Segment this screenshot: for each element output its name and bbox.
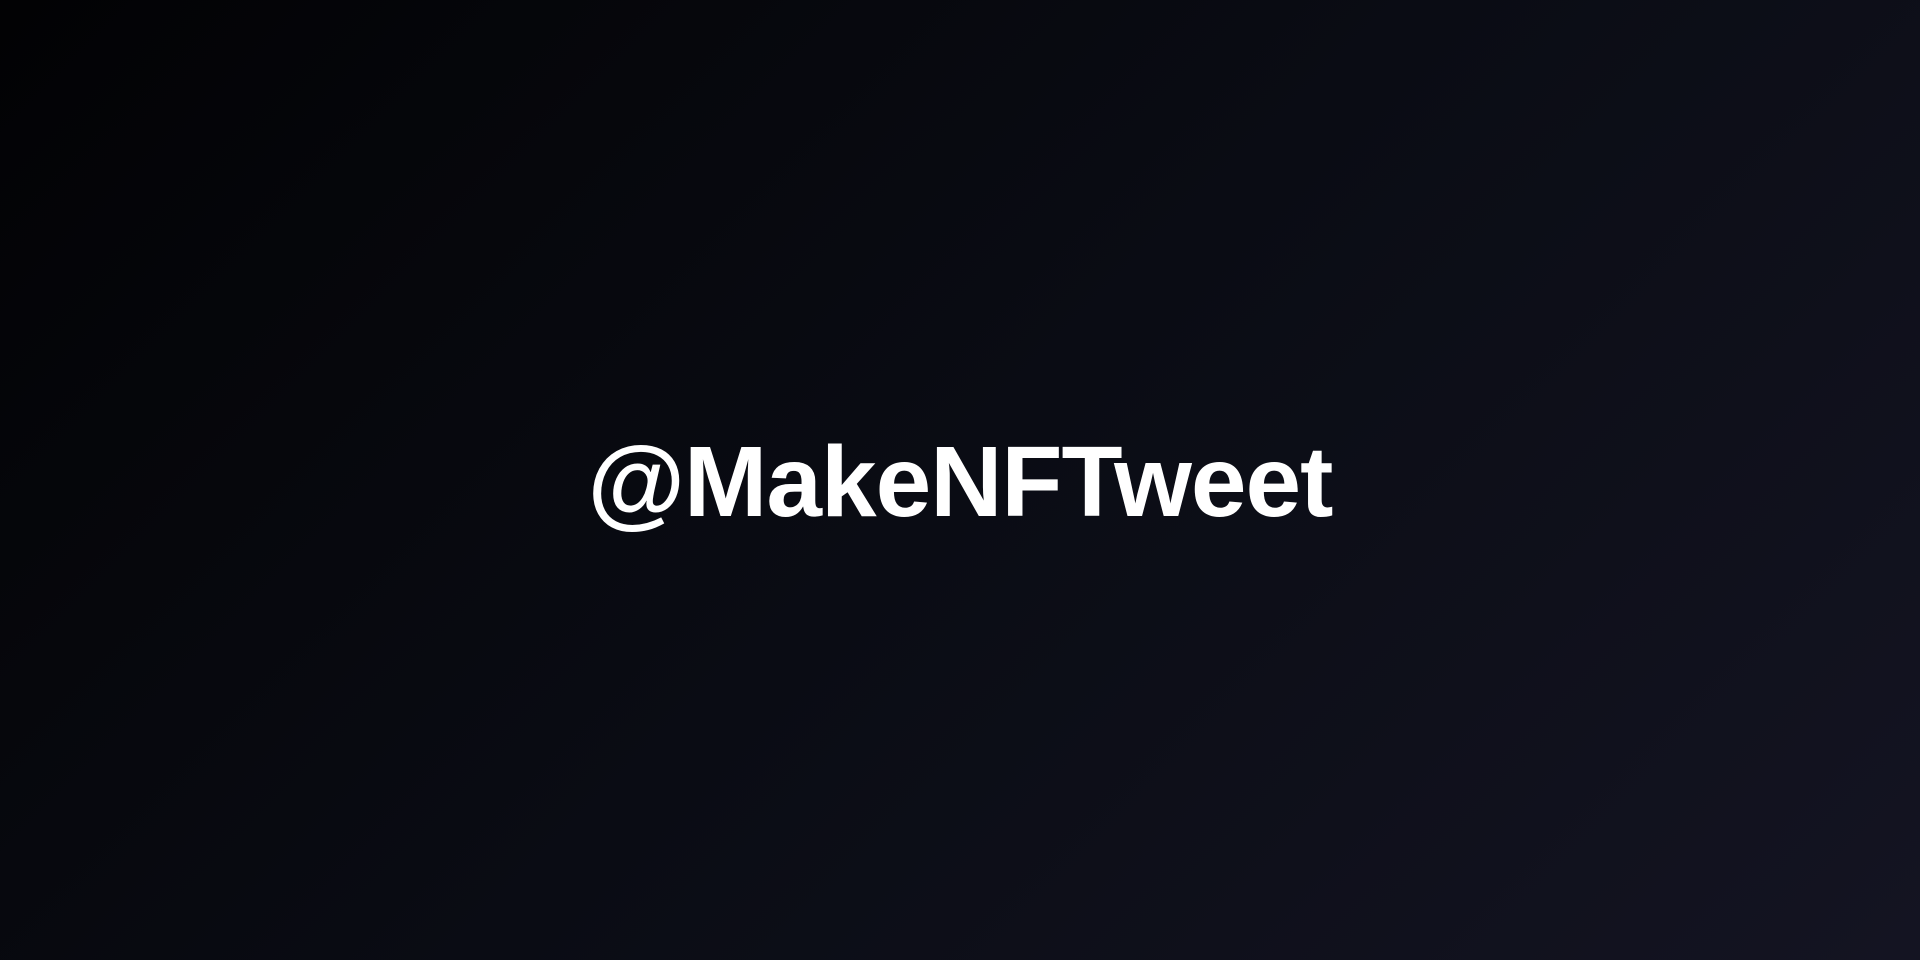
banner-background: @MakeNFTweet	[0, 0, 1920, 960]
twitter-handle: @MakeNFTweet	[587, 426, 1334, 538]
